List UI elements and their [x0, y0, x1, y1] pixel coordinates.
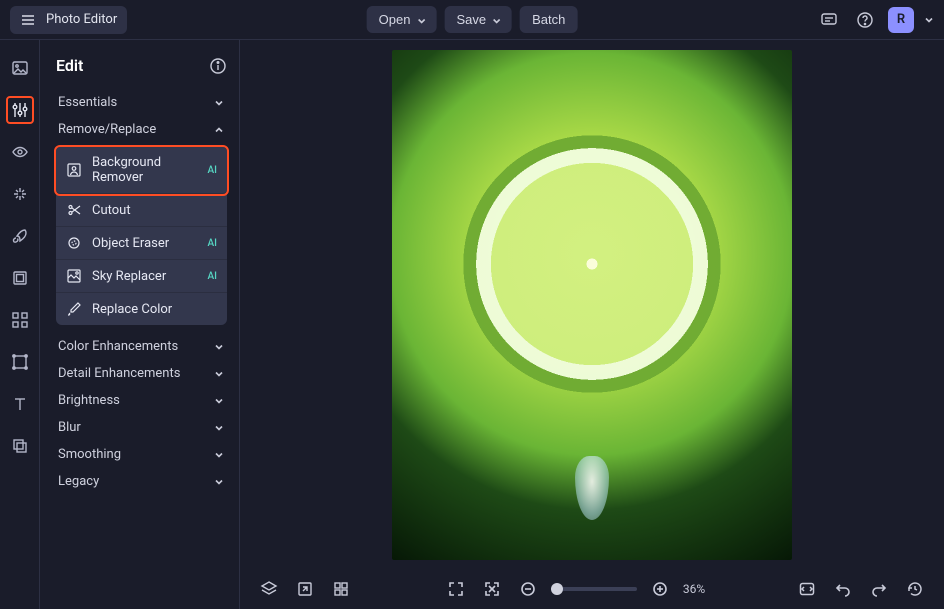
scissors-icon — [66, 202, 82, 218]
rail-elements-icon[interactable] — [6, 306, 34, 334]
section-label: Essentials — [58, 95, 117, 110]
sub-item-object-eraser[interactable]: Object Eraser AI — [56, 227, 227, 260]
fit-screen-icon[interactable] — [479, 576, 505, 602]
sub-item-sky-replacer[interactable]: Sky Replacer AI — [56, 260, 227, 293]
batch-button[interactable]: Batch — [520, 6, 577, 33]
undo-icon[interactable] — [830, 576, 856, 602]
rail-sparkle-icon[interactable] — [6, 180, 34, 208]
sub-item-background-remover[interactable]: Background Remover AI — [56, 147, 227, 194]
rail-brush-icon[interactable] — [6, 222, 34, 250]
bottombar-right — [794, 576, 928, 602]
rail-eye-icon[interactable] — [6, 138, 34, 166]
app-title-chip[interactable]: Photo Editor — [10, 6, 127, 34]
fullscreen-icon[interactable] — [443, 576, 469, 602]
rail-image-icon[interactable] — [6, 54, 34, 82]
tool-rail — [0, 40, 40, 609]
panel-heading: Edit — [56, 56, 83, 75]
chevron-down-icon — [213, 422, 225, 434]
sky-icon — [66, 268, 82, 284]
chevron-down-icon — [213, 368, 225, 380]
export-icon[interactable] — [292, 576, 318, 602]
chevron-down-icon — [213, 395, 225, 407]
chevron-down-icon — [492, 16, 500, 24]
section-label: Remove/Replace — [58, 122, 156, 137]
section-essentials[interactable]: Essentials — [56, 89, 227, 116]
bottombar-left — [256, 576, 354, 602]
canvas[interactable] — [240, 40, 944, 569]
hamburger-icon — [20, 11, 38, 29]
section-detail-enhancements[interactable]: Detail Enhancements — [56, 360, 227, 387]
grid-icon[interactable] — [328, 576, 354, 602]
section-smoothing[interactable]: Smoothing — [56, 441, 227, 468]
chevron-down-icon — [213, 476, 225, 488]
person-cutout-icon — [66, 162, 82, 178]
info-icon[interactable] — [209, 57, 227, 75]
chevron-up-icon — [213, 124, 225, 136]
topbar-right: R — [816, 7, 934, 33]
redo-icon[interactable] — [866, 576, 892, 602]
section-label: Blur — [58, 420, 81, 435]
topbar: Photo Editor Open Save Batch R — [0, 0, 944, 40]
section-label: Legacy — [58, 474, 99, 489]
app-title: Photo Editor — [46, 12, 117, 27]
compare-icon[interactable] — [794, 576, 820, 602]
sub-item-label: Background Remover — [92, 155, 198, 185]
avatar-letter: R — [897, 12, 905, 27]
edit-panel: Edit Essentials Remove/Replace Backgroun… — [40, 40, 240, 609]
rail-frame-icon[interactable] — [6, 264, 34, 292]
bottombar: 36% — [240, 569, 944, 609]
sub-item-label: Replace Color — [92, 302, 172, 317]
section-label: Detail Enhancements — [58, 366, 180, 381]
zoom-out-icon[interactable] — [515, 576, 541, 602]
account-dropdown-icon[interactable] — [924, 15, 934, 25]
avatar[interactable]: R — [888, 7, 914, 33]
topbar-center: Open Save Batch — [367, 6, 578, 33]
help-icon[interactable] — [852, 7, 878, 33]
section-label: Color Enhancements — [58, 339, 178, 354]
rail-duplicate-icon[interactable] — [6, 432, 34, 460]
eraser-icon — [66, 235, 82, 251]
sub-item-cutout[interactable]: Cutout — [56, 194, 227, 227]
section-color-enhancements[interactable]: Color Enhancements — [56, 333, 227, 360]
open-label: Open — [379, 12, 411, 27]
chevron-down-icon — [213, 341, 225, 353]
batch-label: Batch — [532, 12, 565, 27]
sub-item-label: Cutout — [92, 203, 131, 218]
zoom-in-icon[interactable] — [647, 576, 673, 602]
remove-replace-sublist: Background Remover AI Cutout Object Eras… — [56, 147, 227, 325]
rail-adjust-icon[interactable] — [6, 96, 34, 124]
section-blur[interactable]: Blur — [56, 414, 227, 441]
ai-badge: AI — [208, 238, 217, 249]
section-brightness[interactable]: Brightness — [56, 387, 227, 414]
section-remove-replace[interactable]: Remove/Replace — [56, 116, 227, 143]
chevron-down-icon — [416, 16, 424, 24]
history-icon[interactable] — [902, 576, 928, 602]
sub-item-label: Sky Replacer — [92, 269, 166, 284]
canvas-image — [392, 50, 792, 560]
section-legacy[interactable]: Legacy — [56, 468, 227, 495]
open-button[interactable]: Open — [367, 6, 437, 33]
sub-item-label: Object Eraser — [92, 236, 169, 251]
rail-crop-icon[interactable] — [6, 348, 34, 376]
dropper-icon — [66, 301, 82, 317]
rail-text-icon[interactable] — [6, 390, 34, 418]
save-button[interactable]: Save — [444, 6, 512, 33]
comments-icon[interactable] — [816, 7, 842, 33]
zoom-slider[interactable] — [551, 587, 637, 591]
panel-header: Edit — [56, 56, 227, 75]
sub-item-replace-color[interactable]: Replace Color — [56, 293, 227, 325]
chevron-down-icon — [213, 449, 225, 461]
zoom-slider-thumb[interactable] — [551, 583, 563, 595]
ai-badge: AI — [208, 165, 217, 176]
ai-badge: AI — [208, 271, 217, 282]
section-label: Brightness — [58, 393, 120, 408]
zoom-value: 36% — [683, 582, 705, 596]
bottombar-center: 36% — [443, 576, 705, 602]
chevron-down-icon — [213, 97, 225, 109]
layers-icon[interactable] — [256, 576, 282, 602]
section-label: Smoothing — [58, 447, 121, 462]
save-label: Save — [456, 12, 486, 27]
